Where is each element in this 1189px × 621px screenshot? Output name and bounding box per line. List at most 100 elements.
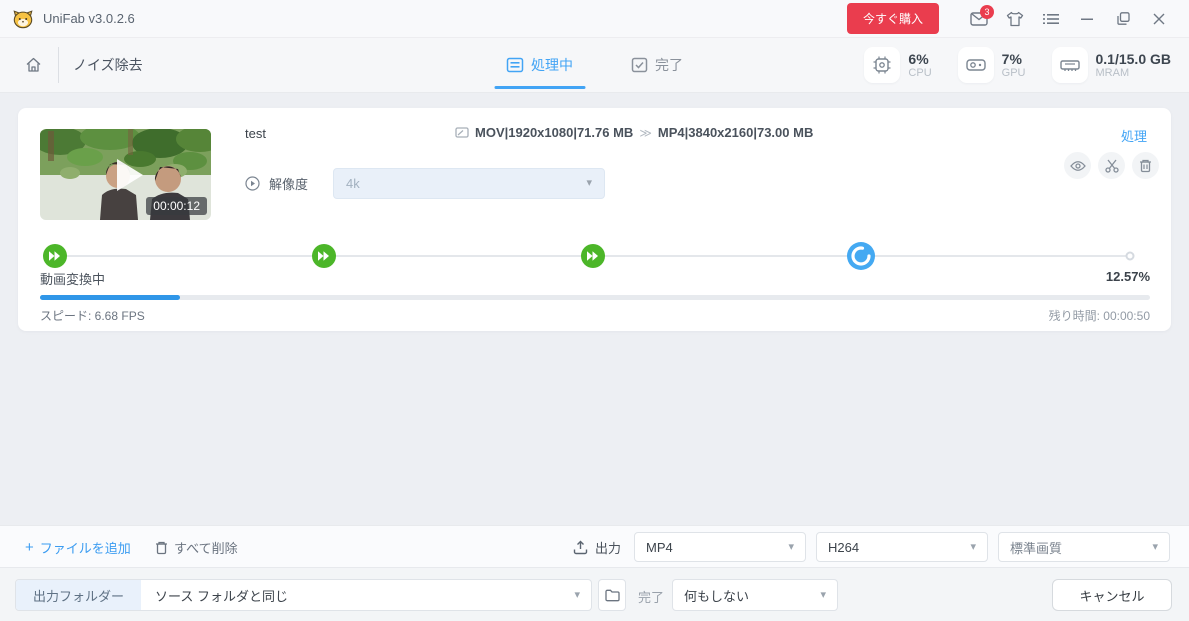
resolution-select[interactable]: 4k ▾ [333, 168, 606, 199]
chevron-down-icon: ▾ [970, 540, 976, 553]
trim-button[interactable] [1098, 152, 1125, 179]
quality-select[interactable]: 標準画質 ▾ [998, 532, 1170, 562]
task-card: 00:00:12 test MOV|1920x1080|71.76 MB ≫ M… [18, 108, 1171, 331]
speed-text: スピード: 6.68 FPS [40, 309, 145, 323]
tab-processing-label: 処理中 [531, 57, 573, 73]
output-folder-value: ソース フォルダと同じ [155, 588, 288, 604]
cancel-button[interactable]: キャンセル [1052, 579, 1172, 611]
remaining-time-text: 残り時間: 00:00:50 [1048, 309, 1150, 323]
stage-marker-done [580, 244, 605, 268]
play-icon [116, 158, 143, 191]
status-text: 動画変換中 [40, 272, 106, 287]
process-link[interactable]: 処理 [1121, 126, 1147, 145]
titlebar: UniFab v3.0.2.6 今すぐ購入 3 [0, 0, 1189, 38]
stage-track [43, 242, 1135, 270]
source-info: MOV|1920x1080|71.76 MB [475, 125, 634, 140]
restore-button[interactable] [1105, 4, 1141, 34]
resolution-value: 4k [346, 176, 360, 191]
output-folder-label: 出力フォルダー [16, 580, 142, 610]
quality-value: 標準画質 [1010, 540, 1063, 556]
minimize-icon [1081, 18, 1093, 20]
mail-badge: 3 [980, 4, 994, 19]
toolbar: ノイズ除去 処理中 完了 6% CPU 7% GPU 0.1/15.0 GB M… [0, 38, 1189, 93]
plus-icon: + [25, 539, 34, 556]
output-folder-select[interactable]: 出力フォルダー ソース フォルダと同じ ▾ [15, 579, 592, 611]
on-complete-label: 完了 [638, 590, 665, 605]
codec-value: H264 [828, 539, 860, 555]
chevron-down-icon: ▾ [820, 588, 826, 601]
trash-icon [1140, 159, 1151, 172]
buy-now-button[interactable]: 今すぐ購入 [846, 3, 939, 34]
output-settings-bar: + ファイルを追加 すべて削除 出力 MP4 ▾ H264 ▾ 標準画質 ▾ [0, 525, 1189, 567]
chevron-down-icon: ▾ [574, 588, 580, 601]
add-files-button[interactable]: + ファイルを追加 [25, 538, 131, 557]
app-window: UniFab v3.0.2.6 今すぐ購入 3 ノイズ除去 処理中 完了 6% … [0, 0, 1189, 621]
delete-all-label: すべて削除 [174, 541, 238, 556]
menu-icon [1043, 13, 1059, 24]
eye-icon [1069, 160, 1086, 171]
restore-icon [1116, 12, 1130, 25]
video-thumbnail[interactable]: 00:00:12 [40, 129, 211, 220]
output-label: 出力 [595, 541, 622, 556]
on-complete-select[interactable]: 何もしない ▾ [672, 579, 838, 611]
gpu-label: GPU [1001, 66, 1026, 79]
module-title: ノイズ除去 [73, 57, 143, 73]
delete-button[interactable] [1132, 152, 1159, 179]
chevron-down-icon: ▾ [788, 540, 794, 553]
processing-list-icon [506, 57, 523, 73]
mram-value: 0.1/15.0 GB [1095, 50, 1172, 67]
add-files-label: ファイルを追加 [39, 541, 131, 556]
target-info: MP4|3840x2160|73.00 MB [657, 125, 814, 140]
stage-marker-current [847, 242, 876, 270]
ram-icon [1059, 60, 1080, 71]
progress-fill [40, 295, 180, 300]
cpu-label: CPU [908, 66, 932, 79]
mram-label: MRAM [1095, 66, 1130, 79]
chevron-down-icon: ▾ [1152, 540, 1158, 553]
transition-arrow-icon: ≫ [639, 125, 652, 140]
app-title: UniFab v3.0.2.6 [43, 11, 135, 26]
preview-button[interactable] [1064, 152, 1091, 179]
stage-marker-pending [1125, 251, 1135, 261]
stage-marker-done [43, 244, 67, 268]
gpu-value: 7% [1001, 50, 1022, 67]
resolution-label: 解像度 [269, 177, 309, 192]
close-button[interactable] [1141, 4, 1177, 34]
duration-badge: 00:00:12 [146, 197, 207, 215]
codec-select[interactable]: H264 ▾ [816, 532, 988, 562]
delete-all-button[interactable]: すべて削除 [155, 538, 238, 557]
cpu-icon [873, 56, 891, 74]
resolution-play-icon [245, 176, 260, 191]
tshirt-icon [1006, 11, 1024, 26]
tab-completed-label: 完了 [655, 57, 683, 73]
file-name: test [245, 126, 266, 141]
completed-check-icon [631, 57, 647, 73]
gpu-stat: 7% GPU [957, 47, 1026, 83]
stage-marker-done [311, 244, 336, 268]
theme-button[interactable] [997, 4, 1033, 34]
gpu-icon [965, 59, 986, 71]
on-complete-value: 何もしない [684, 588, 750, 604]
bottom-bar: 出力フォルダー ソース フォルダと同じ ▾ 完了 何もしない ▾ キャンセル [0, 567, 1189, 621]
close-icon [1153, 13, 1165, 24]
app-logo-icon [13, 9, 33, 28]
cpu-value: 6% [908, 50, 929, 67]
home-button[interactable] [18, 50, 48, 80]
mram-stat: 0.1/15.0 GB MRAM [1051, 47, 1172, 83]
tab-completed[interactable]: 完了 [631, 38, 683, 92]
messages-button[interactable]: 3 [961, 4, 997, 34]
format-value: MP4 [646, 539, 673, 555]
tab-processing[interactable]: 処理中 [494, 38, 585, 92]
toolbar-divider [58, 47, 59, 83]
browse-folder-button[interactable] [598, 579, 626, 611]
minimize-button[interactable] [1069, 4, 1105, 34]
output-label-group: 出力 [573, 538, 621, 557]
menu-button[interactable] [1033, 4, 1069, 34]
format-select[interactable]: MP4 ▾ [634, 532, 806, 562]
progress-bar [40, 295, 1150, 300]
home-icon [26, 57, 40, 72]
trash-all-icon [156, 541, 167, 554]
cpu-stat: 6% CPU [864, 47, 932, 83]
scissors-icon [1104, 159, 1119, 173]
file-info: MOV|1920x1080|71.76 MB ≫ MP4|3840x2160|7… [455, 125, 813, 140]
